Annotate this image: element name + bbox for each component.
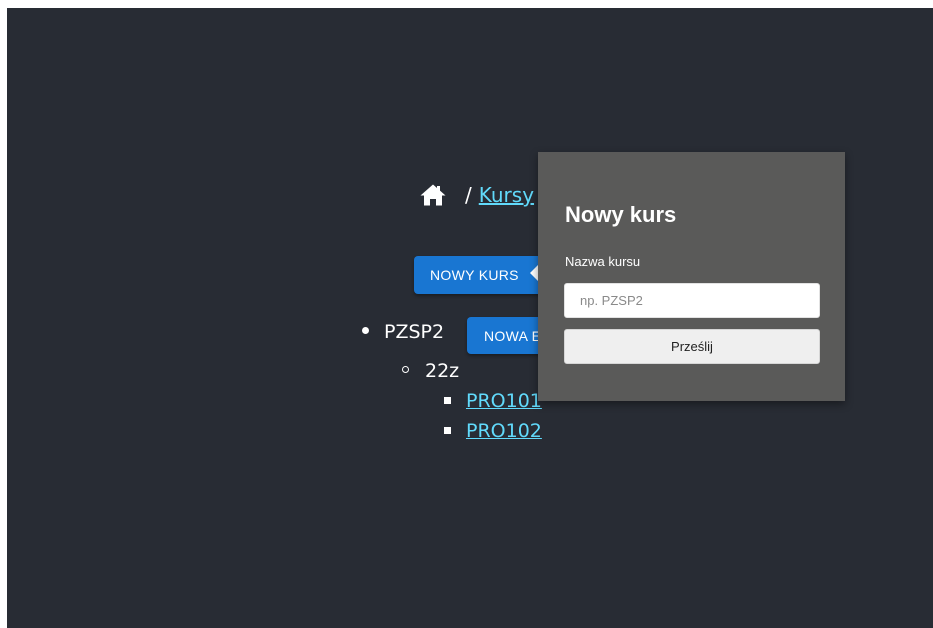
edition-item-link[interactable]: PRO101 — [466, 389, 542, 413]
course-name: PZSP2 — [384, 321, 445, 343]
list-bullet — [444, 397, 451, 404]
list-bullet — [444, 427, 451, 434]
home-icon[interactable] — [419, 183, 447, 207]
edition-item-link[interactable]: PRO102 — [466, 419, 542, 443]
new-course-button[interactable]: NOWY KURS — [414, 256, 544, 294]
app-background: / Kursy NOWY KURS PZSP2 NOWA EDYCJA 22z … — [7, 8, 933, 628]
popover-arrow — [530, 265, 538, 281]
submit-button[interactable]: Prześlij — [564, 329, 820, 364]
popover-title: Nowy kurs — [565, 202, 677, 227]
course-name-input[interactable] — [564, 283, 820, 318]
breadcrumb: / Kursy — [419, 180, 534, 210]
list-bullet — [402, 366, 409, 373]
list-bullet — [362, 327, 369, 334]
new-course-popover: Nowy kurs Nazwa kursu Prześlij — [538, 152, 845, 401]
course-name-label: Nazwa kursu — [565, 254, 641, 269]
breadcrumb-separator: / — [465, 183, 472, 207]
edition-name: 22z — [425, 360, 460, 382]
breadcrumb-link-kursy[interactable]: Kursy — [479, 183, 534, 207]
